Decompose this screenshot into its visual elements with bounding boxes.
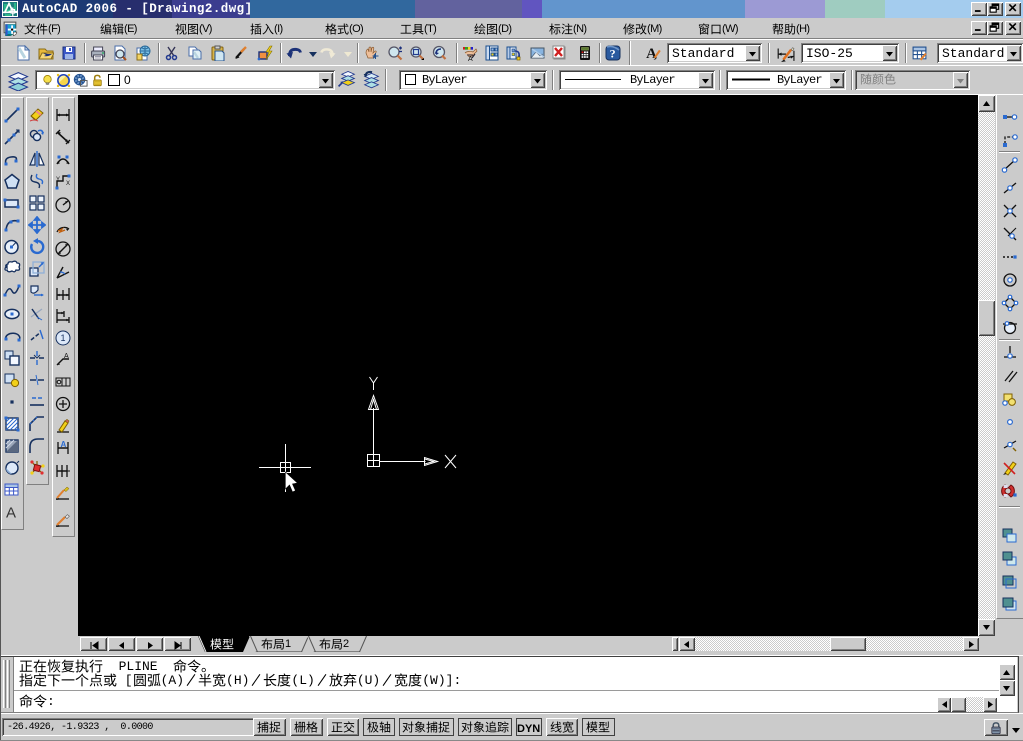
svg-text:A: A [61,440,67,449]
svg-text:A: A [6,505,16,522]
svg-text:Y: Y [56,177,60,183]
svg-text:X: X [66,181,70,187]
svg-text:A: A [468,56,473,61]
svg-text:?: ? [610,47,616,61]
svg-text:A: A [64,353,69,360]
svg-text:1: 1 [61,333,66,343]
